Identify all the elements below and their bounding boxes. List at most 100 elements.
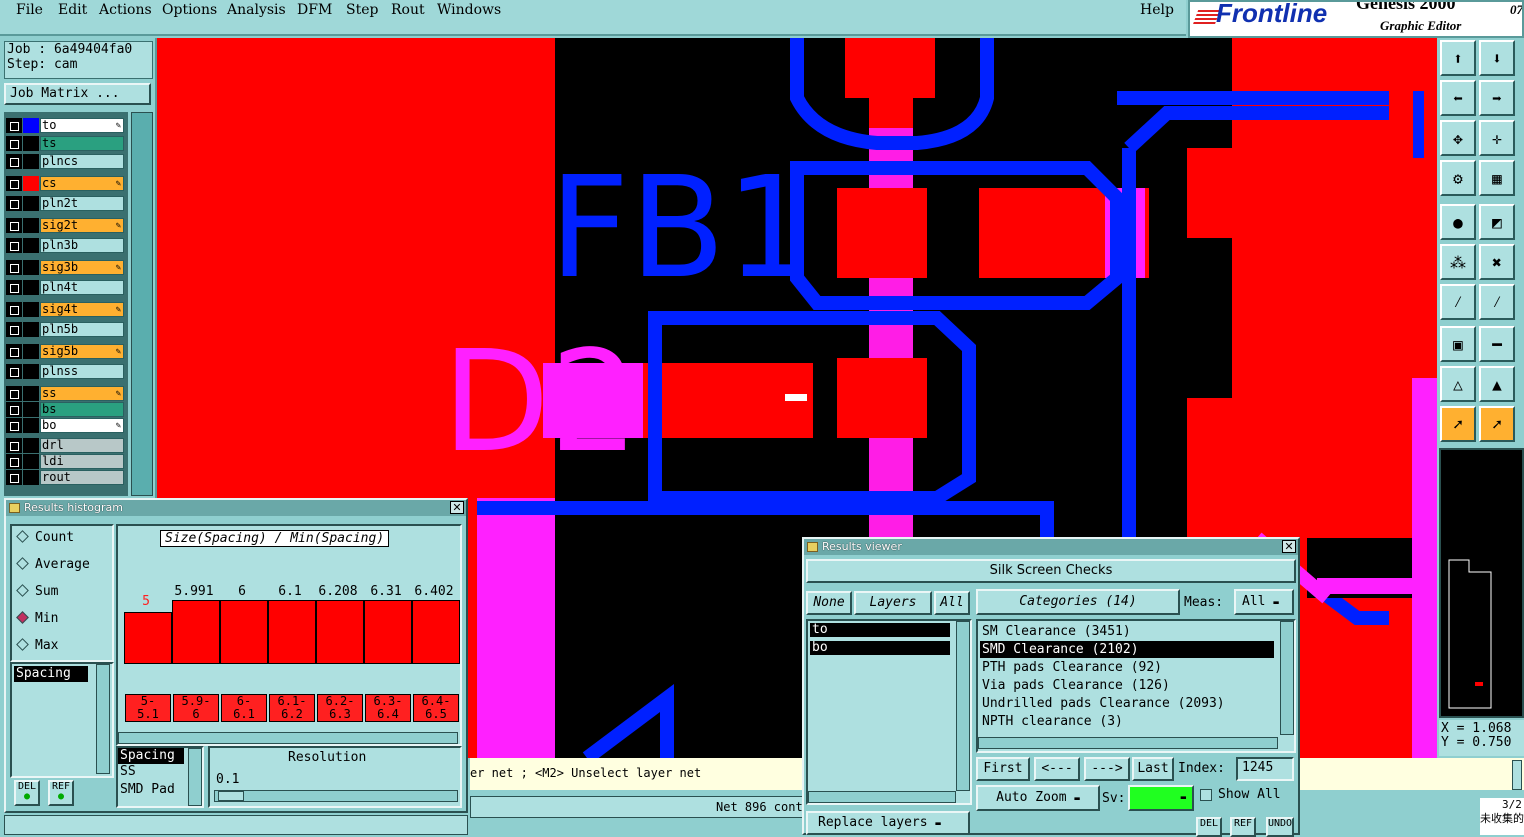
- layer-color-swatch[interactable]: [23, 402, 39, 417]
- layer-checkbox[interactable]: [6, 154, 22, 169]
- layer-row-sig5b[interactable]: sig5b ✎: [6, 344, 124, 359]
- category-list[interactable]: SM Clearance (3451) SMD Clearance (2102) P…: [976, 619, 1296, 753]
- layer-row-ldi[interactable]: ldi: [6, 454, 124, 469]
- layer-name[interactable]: to ✎: [40, 118, 124, 133]
- layer-row-pln3b[interactable]: pln3b: [6, 238, 124, 253]
- layer-color-swatch[interactable]: [23, 386, 39, 401]
- histogram-bar[interactable]: [172, 600, 220, 664]
- layer-name[interactable]: pln3b: [40, 238, 124, 253]
- zoom-fit-icon[interactable]: ✥: [1440, 120, 1476, 156]
- layer-color-swatch[interactable]: [23, 280, 39, 295]
- all-layers-button[interactable]: All: [934, 591, 970, 615]
- layer-name[interactable]: bs: [40, 402, 124, 417]
- radio-count[interactable]: Count: [16, 530, 74, 545]
- attribute-list[interactable]: Spacing SS SMD Pad: [116, 746, 204, 808]
- attribute-scrollbar[interactable]: [188, 748, 202, 806]
- histogram-bar[interactable]: [316, 600, 364, 664]
- layer-row-rout[interactable]: rout: [6, 470, 124, 485]
- layer-name[interactable]: ldi: [40, 454, 124, 469]
- measure-scrollbar[interactable]: [96, 664, 110, 774]
- line-icon[interactable]: ⁄: [1440, 284, 1476, 320]
- radio-max[interactable]: Max: [16, 638, 58, 653]
- layer-checkbox[interactable]: [6, 438, 22, 453]
- menu-step[interactable]: Step: [346, 2, 378, 18]
- layer-checkbox[interactable]: [6, 322, 22, 337]
- layer-row-bs[interactable]: bs: [6, 402, 124, 417]
- layer-color-swatch[interactable]: [23, 454, 39, 469]
- category-item[interactable]: Undrilled pads Clearance (2093): [980, 695, 1274, 712]
- zoom-in-icon[interactable]: ✛: [1479, 120, 1515, 156]
- layer-color-swatch[interactable]: [23, 196, 39, 211]
- select-arrow-icon[interactable]: ➚: [1440, 406, 1476, 442]
- close-icon[interactable]: ✕: [450, 501, 464, 514]
- layer-name[interactable]: pln4t: [40, 280, 124, 295]
- pan-up-icon[interactable]: ⬆: [1440, 40, 1476, 76]
- menu-edit[interactable]: Edit: [58, 2, 87, 18]
- settings-icon[interactable]: ⚙: [1440, 160, 1476, 196]
- histogram-ref-button[interactable]: REF ●: [48, 780, 74, 806]
- resolution-slider-thumb[interactable]: [218, 791, 244, 801]
- layer-checkbox[interactable]: [6, 280, 22, 295]
- measure-item[interactable]: Spacing: [14, 666, 88, 682]
- layer-name[interactable]: drl: [40, 438, 124, 453]
- layer-name[interactable]: cs ✎: [40, 176, 124, 191]
- layer-color-swatch[interactable]: [23, 418, 39, 433]
- layer-row-ts[interactable]: ts: [6, 136, 124, 151]
- category-item[interactable]: PTH pads Clearance (92): [980, 659, 1274, 676]
- layer-color-swatch[interactable]: [23, 176, 39, 191]
- layer-color-swatch[interactable]: [23, 322, 39, 337]
- show-all-checkbox[interactable]: [1200, 789, 1212, 801]
- layer-row-to[interactable]: to ✎: [6, 118, 124, 133]
- layer-color-swatch[interactable]: [23, 118, 39, 133]
- layer-color-swatch[interactable]: [23, 218, 39, 233]
- hint-button[interactable]: [1512, 760, 1522, 790]
- prev-button[interactable]: <---: [1034, 757, 1080, 781]
- layer-color-swatch[interactable]: [23, 154, 39, 169]
- auto-zoom-dropdown[interactable]: Auto Zoom ▬: [976, 785, 1100, 811]
- triangle2-icon[interactable]: ▲: [1479, 366, 1515, 402]
- job-matrix-button[interactable]: Job Matrix ...: [4, 83, 151, 105]
- menu-rout[interactable]: Rout: [391, 2, 425, 18]
- layer-row-drl[interactable]: drl: [6, 438, 124, 453]
- viewer-layer-list[interactable]: to bo: [806, 619, 972, 805]
- category-item[interactable]: SMD Clearance (2102): [980, 641, 1274, 658]
- attribute-item-spacing[interactable]: Spacing: [118, 748, 184, 764]
- menu-options[interactable]: Options: [162, 2, 217, 18]
- pan-left-icon[interactable]: ⬅: [1440, 80, 1476, 116]
- layer-name[interactable]: ss ✎: [40, 386, 124, 401]
- layer-name[interactable]: pln5b: [40, 322, 124, 337]
- check-name-header[interactable]: Silk Screen Checks: [806, 559, 1296, 583]
- measure-list[interactable]: Spacing: [10, 662, 114, 778]
- layer-row-sig3b[interactable]: sig3b ✎: [6, 260, 124, 275]
- layer-row-ss[interactable]: ss ✎: [6, 386, 124, 401]
- layer-color-swatch[interactable]: [23, 364, 39, 379]
- histogram-bar[interactable]: [412, 600, 460, 664]
- layer-scrollbar[interactable]: [131, 112, 153, 496]
- cross-icon[interactable]: ✖: [1479, 244, 1515, 280]
- layer-color-swatch[interactable]: [23, 302, 39, 317]
- layer-color-swatch[interactable]: [23, 238, 39, 253]
- layer-checkbox[interactable]: [6, 470, 22, 485]
- layer-checkbox[interactable]: [6, 136, 22, 151]
- layer-name[interactable]: sig2t ✎: [40, 218, 124, 233]
- menu-analysis[interactable]: Analysis: [227, 2, 286, 18]
- radio-sum[interactable]: Sum: [16, 584, 58, 599]
- overview-map[interactable]: [1439, 448, 1524, 718]
- layer-color-swatch[interactable]: [23, 344, 39, 359]
- layer-color-swatch[interactable]: [23, 260, 39, 275]
- layer-checkbox[interactable]: [6, 418, 22, 433]
- layer-checkbox[interactable]: [6, 302, 22, 317]
- layer-color-swatch[interactable]: [23, 438, 39, 453]
- menu-dfm[interactable]: DFM: [297, 2, 332, 18]
- viewer-ref-button[interactable]: REF: [1230, 817, 1256, 837]
- layer-checkbox[interactable]: [6, 364, 22, 379]
- layer-checkbox[interactable]: [6, 238, 22, 253]
- layer-name[interactable]: pln2t: [40, 196, 124, 211]
- menu-help[interactable]: Help: [1140, 2, 1174, 18]
- layer-name[interactable]: plncs: [40, 154, 124, 169]
- layer-checkbox[interactable]: [6, 260, 22, 275]
- viewer-layer-to[interactable]: to: [810, 623, 950, 637]
- layer-color-swatch[interactable]: [23, 136, 39, 151]
- layer-checkbox[interactable]: [6, 454, 22, 469]
- first-button[interactable]: First: [976, 757, 1030, 781]
